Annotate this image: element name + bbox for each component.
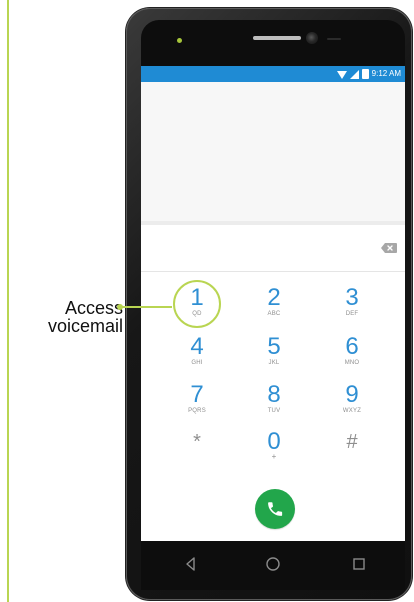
annotation-connector-line: [119, 306, 172, 308]
dial-key-7[interactable]: 7 PQRS: [171, 383, 223, 433]
dial-key-4-label: GHI: [191, 360, 203, 366]
phone-icon: [268, 502, 283, 516]
dial-key-star-symbol: *: [193, 431, 201, 453]
dial-key-9[interactable]: 9 WXYZ: [326, 383, 378, 433]
dial-key-3-label: DEF: [345, 311, 359, 317]
dial-key-4-number: 4: [190, 333, 204, 360]
dial-key-5-number: 5: [267, 333, 281, 360]
status-time: 9:12 AM: [371, 69, 401, 78]
dial-key-7-label: PQRS: [188, 408, 206, 414]
dial-key-0-number: 0: [267, 428, 281, 455]
voicemail-highlight-ring: [173, 280, 221, 328]
call-button[interactable]: [255, 489, 295, 529]
dial-key-hash-symbol: #: [346, 431, 358, 453]
dial-key-hash[interactable]: #: [326, 430, 378, 480]
battery-icon: [361, 69, 369, 79]
sensor-bar: [327, 38, 341, 40]
annotation-line-2: voicemail: [47, 316, 123, 336]
dial-key-6[interactable]: 6 MNO: [326, 335, 378, 385]
dial-key-8-number: 8: [267, 381, 281, 408]
navigation-bar: [141, 541, 405, 590]
back-icon[interactable]: [182, 555, 200, 573]
dial-key-9-label: WXYZ: [342, 408, 362, 414]
home-icon[interactable]: [264, 555, 282, 573]
status-icons: 9:12 AM: [336, 68, 401, 80]
dial-key-2[interactable]: 2 ABC: [248, 286, 300, 336]
dial-key-5[interactable]: 5 JKL: [248, 335, 300, 385]
dial-key-9-number: 9: [345, 381, 359, 408]
front-camera: [306, 32, 318, 44]
dial-key-3-number: 3: [345, 284, 359, 311]
number-entry-area[interactable]: [141, 225, 405, 272]
proximity-sensor-dot: [177, 38, 182, 43]
dial-key-7-number: 7: [190, 381, 204, 408]
dial-key-2-label: ABC: [267, 311, 281, 317]
dial-key-6-label: MNO: [344, 360, 360, 366]
dial-key-0[interactable]: 0 +: [248, 430, 300, 480]
backspace-icon[interactable]: [380, 242, 398, 254]
dial-key-5-label: JKL: [268, 360, 280, 366]
recent-apps-icon[interactable]: [350, 555, 368, 573]
voicemail-annotation: Access voicemail: [12, 299, 123, 335]
annotation-text: Access voicemail: [3, 299, 123, 335]
dial-key-0-label: +: [271, 452, 277, 461]
annotation-line-1: Access: [64, 298, 123, 318]
dial-key-6-number: 6: [345, 333, 359, 360]
signal-icon: [349, 69, 359, 79]
dial-key-4[interactable]: 4 GHI: [171, 335, 223, 385]
dial-key-star[interactable]: *: [171, 430, 223, 480]
dial-key-2-number: 2: [267, 284, 281, 311]
dial-key-8-label: TUV: [267, 408, 281, 414]
dial-key-3[interactable]: 3 DEF: [326, 286, 378, 336]
dialer-top-area: [141, 82, 405, 221]
wifi-icon: [336, 70, 347, 79]
speaker-grille: [253, 36, 301, 40]
status-bar: 9:12 AM: [141, 66, 405, 82]
dial-key-8[interactable]: 8 TUV: [248, 383, 300, 433]
